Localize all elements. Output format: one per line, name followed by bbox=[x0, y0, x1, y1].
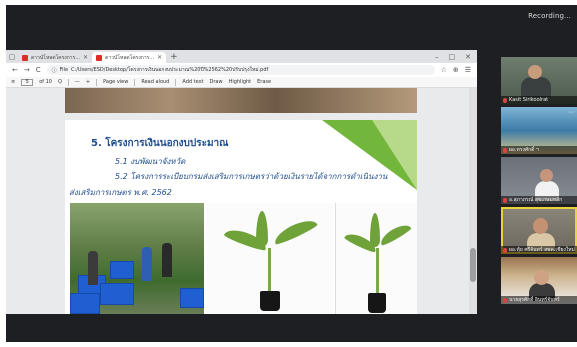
close-icon[interactable]: ✕ bbox=[83, 54, 88, 61]
mic-muted-icon bbox=[503, 97, 507, 103]
refresh-button[interactable]: C bbox=[36, 66, 41, 74]
leaf-shape bbox=[377, 221, 413, 247]
mic-muted-icon bbox=[503, 147, 507, 153]
meeting-window: Recording... ▢ ดาวน์โหลดโครงการ... ✕ ดาว… bbox=[6, 5, 577, 342]
profile-icon[interactable]: ⊕ bbox=[453, 66, 459, 74]
draw-button[interactable]: Draw bbox=[210, 79, 223, 85]
scrollbar-thumb[interactable] bbox=[470, 248, 476, 282]
contents-menu-icon[interactable]: ≡ bbox=[11, 79, 15, 85]
person-figure bbox=[521, 77, 551, 97]
read-aloud-button[interactable]: Read aloud bbox=[141, 79, 169, 85]
forward-button[interactable]: → bbox=[24, 66, 30, 74]
maximize-button[interactable]: □ bbox=[449, 53, 456, 61]
mic-muted-icon bbox=[503, 297, 507, 303]
slide-item-continued: ส่งเสริมการเกษตร พ.ศ. 2562 bbox=[69, 188, 172, 197]
more-options-icon[interactable]: ⋯ bbox=[568, 109, 574, 116]
person-figure bbox=[528, 65, 542, 79]
info-icon: ⓘ bbox=[51, 67, 57, 74]
participant-tile[interactable]: Kasit Sirikoolrat bbox=[501, 57, 577, 104]
person-figure bbox=[142, 247, 152, 281]
leaf-shape bbox=[271, 215, 319, 247]
page-total: of 10 bbox=[39, 79, 52, 85]
participant-tile[interactable]: ⋯ ผอ.ทรงศักดิ์ ฯ bbox=[501, 107, 577, 154]
pdf-viewer[interactable]: 5. โครงการเงินนอกงบประมาณ 5.1 งบพัฒนาจัง… bbox=[6, 88, 477, 314]
leaf-shape bbox=[256, 211, 268, 247]
previous-page-photo bbox=[65, 88, 417, 113]
participant-name: อ.สุภาภรณ์ สุขเกษมหลัก bbox=[501, 196, 577, 204]
participant-name-text: อ.สุภาภรณ์ สุขเกษมหลัก bbox=[509, 197, 563, 203]
pot-shape bbox=[260, 291, 280, 311]
person-figure bbox=[88, 251, 98, 285]
window-menu-icon[interactable]: ▢ bbox=[6, 50, 18, 63]
divider bbox=[175, 78, 177, 86]
pot-shape bbox=[368, 293, 386, 313]
participant-name: นายสุรศักดิ์ อินทร์จันทร์ bbox=[501, 296, 577, 304]
participant-name-text: Kasit Sirikoolrat bbox=[509, 97, 549, 103]
stem-shape bbox=[268, 248, 271, 293]
crates-photo bbox=[70, 203, 204, 314]
leaf-shape bbox=[370, 213, 380, 247]
participant-name-text: ผอ.ทุ้ย ศรีจันทร์ สพค.เชียงใหม่ bbox=[509, 247, 575, 253]
pdf-page: 5. โครงการเงินนอกงบประมาณ 5.1 งบพัฒนาจัง… bbox=[65, 120, 417, 314]
participant-name-text: ผอ.ทรงศักดิ์ ฯ bbox=[509, 147, 539, 153]
recording-indicator: Recording... bbox=[528, 12, 571, 20]
participant-tile-active-speaker[interactable]: ผอ.ทุ้ย ศรีจันทร์ สพค.เชียงใหม่ bbox=[501, 207, 577, 254]
slide-item: 5.2 โครงการระเบียบกรมส่งเสริมการเกษตรว่า… bbox=[115, 172, 388, 181]
pdf-icon bbox=[96, 54, 103, 61]
mic-muted-icon bbox=[503, 197, 507, 203]
settings-menu-icon[interactable]: ☰ bbox=[465, 66, 471, 74]
search-icon[interactable]: Q bbox=[58, 79, 62, 85]
browser-tab-bar: ▢ ดาวน์โหลดโครงการ... ✕ ดาวน์โหลดโครงการ… bbox=[6, 50, 477, 63]
divider bbox=[134, 78, 136, 86]
participant-name-text: นายสุรศักดิ์ อินทร์จันทร์ bbox=[509, 297, 560, 303]
participant-tile[interactable]: อ.สุภาภรณ์ สุขเกษมหลัก bbox=[501, 157, 577, 204]
page-view-button[interactable]: Page view bbox=[103, 79, 128, 85]
highlight-button[interactable]: Highlight bbox=[229, 79, 252, 85]
shared-screen: ▢ ดาวน์โหลดโครงการ... ✕ ดาวน์โหลดโครงการ… bbox=[6, 50, 477, 314]
tab-label: ดาวน์โหลดโครงการ... bbox=[105, 54, 155, 61]
person-figure bbox=[540, 169, 553, 182]
browser-tab-active[interactable]: ดาวน์โหลดโครงการ... ✕ bbox=[92, 52, 167, 63]
url-field[interactable]: ⓘ File C:/Users/ESD/Desktop/โครงการเงินน… bbox=[46, 65, 435, 75]
participant-name: ผอ.ทรงศักดิ์ ฯ bbox=[501, 146, 577, 154]
stem-shape bbox=[376, 248, 379, 296]
divider bbox=[67, 78, 69, 86]
minimize-button[interactable]: – bbox=[435, 53, 439, 61]
erase-button[interactable]: Erase bbox=[257, 79, 271, 85]
close-icon[interactable]: ✕ bbox=[157, 54, 162, 61]
favorite-icon[interactable]: ☆ bbox=[441, 66, 447, 74]
page-number-input[interactable]: 5 bbox=[21, 78, 34, 86]
person-figure bbox=[162, 243, 172, 277]
zoom-out-button[interactable]: — bbox=[75, 79, 80, 85]
url-prefix: File bbox=[59, 67, 69, 73]
crate-shape bbox=[180, 288, 204, 308]
new-tab-button[interactable]: + bbox=[166, 50, 182, 63]
seedling-photo bbox=[206, 203, 333, 314]
person-figure bbox=[533, 218, 548, 234]
participant-name: ผอ.ทุ้ย ศรีจันทร์ สพค.เชียงใหม่ bbox=[501, 246, 577, 254]
add-text-button[interactable]: Add text bbox=[182, 79, 203, 85]
close-window-button[interactable]: ✕ bbox=[465, 53, 471, 61]
back-button[interactable]: ← bbox=[12, 66, 18, 74]
slide-item: 5.1 งบพัฒนาจังหวัด bbox=[115, 157, 186, 166]
address-bar: ← → C ⓘ File C:/Users/ESD/Desktop/โครงกา… bbox=[6, 63, 477, 77]
browser-tab[interactable]: ดาวน์โหลดโครงการ... ✕ bbox=[18, 52, 92, 63]
zoom-in-button[interactable]: + bbox=[86, 79, 90, 85]
crate-shape bbox=[100, 283, 134, 305]
participant-name: Kasit Sirikoolrat bbox=[501, 96, 577, 104]
window-controls: – □ ✕ bbox=[429, 50, 477, 63]
vertical-scrollbar[interactable] bbox=[469, 88, 477, 314]
seedling-photo bbox=[335, 203, 417, 314]
pdf-toolbar: ≡ 5 of 10 Q — + Page view Read aloud Add… bbox=[6, 77, 477, 88]
tab-label: ดาวน์โหลดโครงการ... bbox=[31, 54, 81, 61]
pdf-icon bbox=[22, 54, 28, 61]
crate-shape bbox=[110, 261, 134, 279]
mic-muted-icon bbox=[503, 247, 507, 253]
divider bbox=[96, 78, 98, 86]
participant-tile[interactable]: นายสุรศักดิ์ อินทร์จันทร์ bbox=[501, 257, 577, 304]
slide-title: 5. โครงการเงินนอกงบประมาณ bbox=[91, 138, 229, 149]
person-figure bbox=[534, 270, 549, 285]
url-text: C:/Users/ESD/Desktop/โครงการเงินนอกงบประ… bbox=[71, 67, 269, 73]
crate-shape bbox=[70, 293, 100, 314]
